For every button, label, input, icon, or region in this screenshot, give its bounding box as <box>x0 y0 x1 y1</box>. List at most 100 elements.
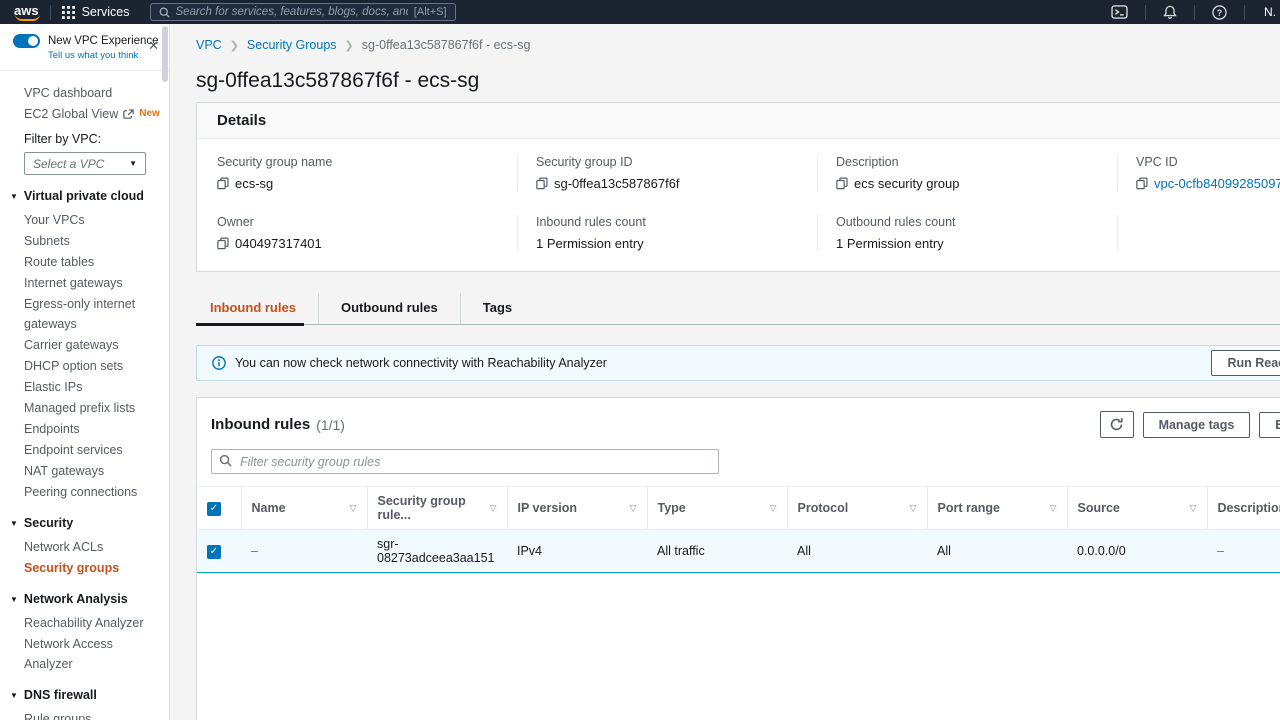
sidebar-item-security-groups[interactable]: Security groups <box>24 558 161 578</box>
info-icon <box>212 356 226 370</box>
sidebar-item-network-acls[interactable]: Network ACLs <box>24 537 161 557</box>
sort-icon[interactable]: ▽ <box>770 503 777 514</box>
field-label: VPC ID <box>1136 155 1178 169</box>
sidebar-item-reachability-analyzer[interactable]: Reachability Analyzer <box>24 613 161 633</box>
inbound-rules-count-badge: (1/1) <box>316 416 345 433</box>
tab-tags[interactable]: Tags <box>459 293 534 324</box>
section-header[interactable]: ▼ Network Analysis <box>10 592 161 606</box>
sort-icon[interactable]: ▽ <box>1050 503 1057 514</box>
copy-icon[interactable] <box>217 237 229 250</box>
sidebar-item-endpoint-services[interactable]: Endpoint services <box>24 440 161 460</box>
sidebar-scrollbar[interactable] <box>162 26 168 82</box>
cloudshell-button[interactable] <box>1105 5 1134 19</box>
breadcrumb-current: sg-0ffea13c587867f6f - ecs-sg <box>361 38 531 52</box>
sort-icon[interactable]: ▽ <box>1190 503 1197 514</box>
column-header-source[interactable]: Source ▽ <box>1066 486 1207 530</box>
sidebar-item-network-access-analyzer[interactable]: Network Access Analyzer <box>24 634 161 674</box>
global-search[interactable]: [Alt+S] <box>149 3 456 21</box>
select-all-header[interactable]: ✓ <box>197 486 241 530</box>
region-selector[interactable]: N. <box>1256 5 1280 19</box>
table-row[interactable]: ✓ – sgr-08273adceea3aa151 IPv4 All traff… <box>197 529 1280 573</box>
details-panel: Details Security group name ecs-sg Secur… <box>196 102 1280 272</box>
manage-tags-button[interactable]: Manage tags <box>1142 411 1251 438</box>
column-label: Protocol <box>797 501 849 515</box>
sidebar-item-egress-only-internet-gateways[interactable]: Egress-only internet gateways <box>24 294 161 334</box>
field-inbound-rules-count: Inbound rules count 1 Permission entry <box>517 215 817 251</box>
notifications-button[interactable] <box>1157 5 1183 20</box>
sidebar-item-rule-groups[interactable]: Rule groups <box>24 709 161 720</box>
sidebar-item-endpoints[interactable]: Endpoints <box>24 419 161 439</box>
tab-inbound-rules[interactable]: Inbound rules <box>196 293 318 326</box>
details-header: Details <box>197 103 1280 139</box>
column-header-rule-id[interactable]: Security group rule... ▽ <box>366 486 507 530</box>
description-value: ecs security group <box>854 176 960 191</box>
column-header-description[interactable]: Description▽ <box>1206 486 1280 530</box>
breadcrumb-security-groups[interactable]: Security Groups <box>247 38 337 52</box>
vpc-id-link[interactable]: vpc-0cfb84099285097f4 <box>1154 176 1280 191</box>
filter-by-vpc-label: Filter by VPC: <box>24 132 102 146</box>
sort-icon[interactable]: ▽ <box>490 503 497 514</box>
sidebar-item-elastic-ips[interactable]: Elastic IPs <box>24 377 161 397</box>
sort-icon[interactable]: ▽ <box>630 503 637 514</box>
sidebar-section-dns-firewall: ▼ DNS firewall Rule groups Domain lists <box>10 688 161 720</box>
column-label: Name <box>251 501 286 515</box>
sort-icon[interactable]: ▽ <box>350 503 357 514</box>
aws-logo[interactable]: aws <box>14 4 40 21</box>
breadcrumb: VPC ❯ Security Groups ❯ sg-0ffea13c58786… <box>196 38 1280 52</box>
section-header[interactable]: ▼ Virtual private cloud <box>10 189 161 203</box>
copy-icon[interactable] <box>1136 177 1148 190</box>
help-button[interactable]: ? <box>1206 4 1233 20</box>
copy-icon[interactable] <box>217 177 229 190</box>
run-reachability-analyzer-button[interactable]: Run Reachability Analyzer <box>1211 350 1280 376</box>
close-icon[interactable]: ✕ <box>148 38 159 54</box>
refresh-button[interactable] <box>1099 411 1134 438</box>
new-experience-toggle[interactable] <box>13 34 40 48</box>
sidebar-item-carrier-gateways[interactable]: Carrier gateways <box>24 335 161 355</box>
sidebar-item-route-tables[interactable]: Route tables <box>24 252 161 272</box>
section-header[interactable]: ▼ DNS firewall <box>10 688 161 702</box>
field-empty <box>1117 215 1280 251</box>
section-title-label: Security <box>23 516 74 530</box>
section-header[interactable]: ▼ Security <box>10 516 161 530</box>
select-all-checkbox[interactable]: ✓ <box>207 501 221 516</box>
sidebar-item-vpc-dashboard[interactable]: VPC dashboard <box>24 83 161 103</box>
vpc-select-value: Select a VPC <box>33 156 105 171</box>
field-label: Description <box>836 155 899 169</box>
sidebar-item-peering-connections[interactable]: Peering connections <box>24 482 161 502</box>
edit-inbound-rules-button[interactable]: Edit inbound rules <box>1259 411 1280 438</box>
cell-type: All traffic <box>647 529 787 573</box>
services-menu-button[interactable]: Services <box>61 5 130 19</box>
sidebar-item-your-vpcs[interactable]: Your VPCs <box>24 210 161 230</box>
column-header-protocol[interactable]: Protocol ▽ <box>786 486 927 530</box>
tab-bar: Inbound rules Outbound rules Tags <box>196 293 1280 326</box>
breadcrumb-separator: ❯ <box>344 39 354 52</box>
breadcrumb-vpc[interactable]: VPC <box>196 38 222 52</box>
copy-icon[interactable] <box>836 177 848 190</box>
divider <box>49 4 51 20</box>
divider <box>1194 4 1195 20</box>
sort-icon[interactable]: ▽ <box>910 503 917 514</box>
caret-down-icon: ▼ <box>10 191 18 201</box>
sidebar-item-subnets[interactable]: Subnets <box>24 231 161 251</box>
sidebar-item-managed-prefix-lists[interactable]: Managed prefix lists <box>24 398 161 418</box>
copy-icon[interactable] <box>536 177 548 190</box>
rules-filter-input[interactable] <box>211 449 719 474</box>
sidebar-menu: VPC dashboard EC2 Global View New Filter… <box>0 71 169 720</box>
column-header-ip-version[interactable]: IP version ▽ <box>506 486 647 530</box>
row-checkbox[interactable]: ✓ <box>207 544 221 559</box>
cell-protocol: All <box>787 529 927 573</box>
column-header-port-range[interactable]: Port range ▽ <box>926 486 1067 530</box>
feedback-link[interactable]: Tell us what you think <box>48 50 159 61</box>
field-label: Owner <box>217 215 254 229</box>
sidebar-item-internet-gateways[interactable]: Internet gateways <box>24 273 161 293</box>
sidebar-item-dhcp-option-sets[interactable]: DHCP option sets <box>24 356 161 376</box>
column-header-type[interactable]: Type ▽ <box>646 486 787 530</box>
search-icon <box>219 454 232 467</box>
search-input[interactable] <box>175 6 408 18</box>
sidebar-item-nat-gateways[interactable]: NAT gateways <box>24 461 161 481</box>
column-header-name[interactable]: Name ▽ <box>240 486 367 530</box>
tab-outbound-rules[interactable]: Outbound rules <box>317 293 460 324</box>
vpc-select[interactable]: Select a VPC ▼ <box>24 152 146 175</box>
sidebar-section-network-analysis: ▼ Network Analysis Reachability Analyzer… <box>10 592 161 674</box>
sidebar-item-ec2-global-view[interactable]: EC2 Global View New <box>24 104 161 124</box>
